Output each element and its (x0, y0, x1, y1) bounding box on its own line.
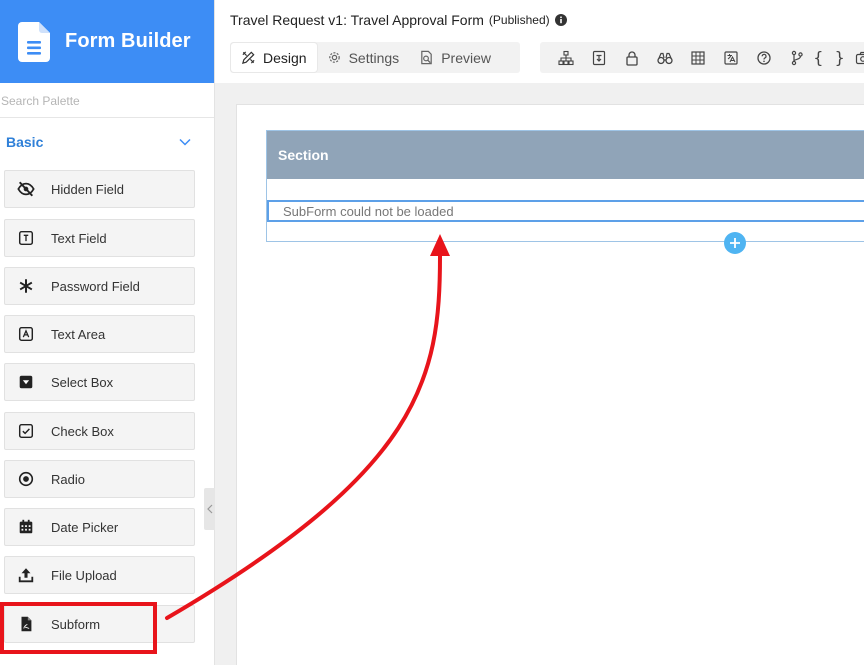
palette-item-label: Check Box (51, 423, 114, 439)
palette-item-label: Password Field (51, 278, 140, 294)
document-icon (18, 21, 50, 62)
palette-item-check-box[interactable]: Check Box (4, 412, 195, 450)
add-field-button[interactable] (724, 232, 746, 254)
binoculars-icon (656, 52, 673, 64)
palette-item-text-field[interactable]: Text Field (4, 219, 195, 257)
structure-button[interactable] (549, 42, 582, 73)
form-title: Travel Request v1: Travel Approval Form … (230, 12, 567, 28)
search-palette-input[interactable] (0, 84, 214, 118)
upload-icon (16, 565, 36, 585)
camera-icon (855, 51, 864, 64)
tab-label: Preview (441, 49, 491, 66)
subform-error-message: SubForm could not be loaded (283, 203, 454, 219)
palette-item-select-box[interactable]: Select Box (4, 363, 195, 401)
help-button[interactable] (747, 42, 780, 73)
translation-button[interactable] (714, 42, 747, 73)
branch-icon (791, 50, 803, 65)
palette-item-label: File Upload (51, 567, 117, 583)
subform-file-icon (16, 614, 36, 634)
chevron-left-icon (206, 504, 212, 514)
checkbox-icon (16, 421, 36, 441)
status-badge: (Published) (488, 13, 550, 27)
lock-icon (625, 50, 638, 66)
sitemap-icon (557, 50, 574, 65)
view-tabs: Design Settings Preview (230, 42, 520, 73)
find-button[interactable] (648, 42, 681, 73)
toolbar: { } (540, 42, 864, 73)
permissions-button[interactable] (615, 42, 648, 73)
palette-item-label: Date Picker (51, 519, 119, 535)
script-button[interactable]: { } (813, 42, 846, 73)
radio-icon (16, 469, 36, 489)
sidebar: Form Builder Basic Hidden Field Text Fie… (0, 0, 215, 665)
section-header[interactable]: Section (267, 131, 864, 179)
app-brand: Form Builder (0, 0, 214, 83)
palette-item-text-area[interactable]: Text Area (4, 315, 195, 353)
calendar-icon (16, 517, 36, 537)
palette-item-date-picker[interactable]: Date Picker (4, 508, 195, 546)
subform-field[interactable]: SubForm could not be loaded (267, 200, 864, 222)
palette-item-label: Hidden Field (51, 181, 124, 197)
question-icon (756, 50, 771, 65)
palette-item-password-field[interactable]: Password Field (4, 267, 195, 305)
palette-group-basic[interactable]: Basic (0, 119, 214, 165)
palette-item-label: Subform (51, 616, 101, 632)
tab-label: Settings (348, 49, 400, 66)
text-area-icon (16, 324, 36, 344)
workflow-button[interactable] (780, 42, 813, 73)
tab-settings[interactable]: Settings (317, 43, 410, 72)
palette-item-label: Text Area (51, 326, 106, 342)
pencil-ruler-icon (241, 51, 255, 65)
palette-group-label: Basic (6, 134, 44, 150)
palette-item-label: Select Box (51, 374, 114, 390)
palette-item-hidden-field[interactable]: Hidden Field (4, 170, 195, 208)
app-title: Form Builder (65, 30, 191, 52)
palette-item-radio[interactable]: Radio (4, 460, 195, 498)
grid-button[interactable] (681, 42, 714, 73)
info-icon[interactable] (554, 14, 567, 26)
save-button[interactable] (582, 42, 615, 73)
translate-icon (723, 50, 738, 65)
palette-item-label: Text Field (51, 230, 107, 246)
screenshot-button[interactable] (846, 42, 864, 73)
tab-preview[interactable]: Preview (409, 43, 501, 72)
chevron-down-icon (179, 138, 191, 146)
tab-design[interactable]: Design (231, 43, 317, 72)
asterisk-icon (16, 276, 36, 296)
text-box-icon (16, 228, 36, 248)
gear-icon (328, 52, 340, 63)
plus-icon (730, 238, 740, 248)
form-title-text: Travel Request v1: Travel Approval Form (230, 12, 484, 28)
save-doc-icon (592, 50, 605, 65)
table-icon (690, 50, 705, 65)
palette-item-file-upload[interactable]: File Upload (4, 556, 195, 594)
palette-item-subform[interactable]: Subform (4, 605, 195, 643)
braces-icon: { } (813, 48, 846, 67)
eye-slash-icon (16, 179, 36, 199)
caret-square-icon (16, 372, 36, 392)
section-title: Section (278, 147, 329, 163)
top-header: Travel Request v1: Travel Approval Form … (215, 0, 864, 83)
preview-icon (421, 50, 432, 65)
palette-item-label: Radio (51, 471, 85, 487)
tab-label: Design (263, 49, 307, 66)
sidebar-collapse-handle[interactable] (204, 488, 215, 530)
